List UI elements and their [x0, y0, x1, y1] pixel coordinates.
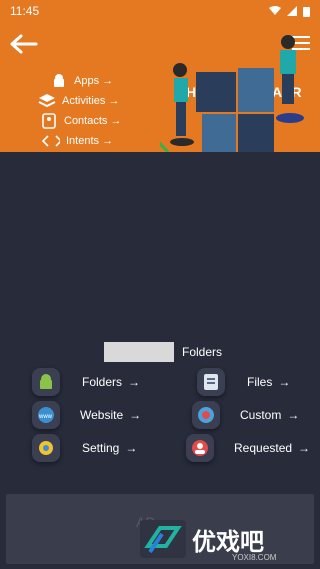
arrow-right-icon: → [128, 375, 141, 389]
status-icons [269, 6, 310, 17]
arrow-right-icon: → [298, 441, 311, 455]
user-group-icon [186, 434, 214, 462]
status-time: 11:45 [10, 4, 40, 18]
grid-item-website[interactable]: www Website → [32, 401, 141, 429]
header-banner: Apps → Activities → Contacts → Intents →… [0, 22, 320, 152]
layers-icon [38, 92, 56, 110]
grid-item-folders[interactable]: Folders → [32, 368, 140, 396]
shortcut-contacts[interactable]: Contacts → [40, 112, 121, 130]
section-title: Folders [182, 345, 223, 359]
puzzle-illustration [160, 35, 304, 152]
section-header: Folders [104, 342, 222, 362]
grid-item-label: Setting [82, 441, 120, 455]
shortcut-activities[interactable]: Activities → [38, 92, 119, 110]
grid-item-label: Files [247, 375, 273, 389]
arrow-right-icon: → [278, 375, 291, 389]
globe-icon: www [32, 401, 60, 429]
grid-item-files[interactable]: Files → [197, 368, 290, 396]
contact-icon [40, 112, 58, 130]
shortcut-label: Apps → [74, 75, 114, 87]
signal-icon [287, 6, 297, 16]
document-icon [197, 368, 225, 396]
svg-text:www: www [38, 414, 53, 420]
back-arrow-icon [10, 34, 38, 54]
code-icon [42, 132, 60, 150]
back-button[interactable] [10, 34, 42, 56]
watermark-text: 优戏吧 [192, 528, 264, 556]
placeholder-box [104, 342, 174, 362]
status-bar: 11:45 [0, 0, 320, 22]
shortcut-apps[interactable]: Apps → [50, 72, 113, 90]
android-icon [32, 368, 60, 396]
watermark-logo-icon [140, 520, 186, 558]
grid-item-requested[interactable]: Requested → [186, 434, 310, 462]
target-icon [192, 401, 220, 429]
shortcut-label: Contacts → [64, 115, 122, 127]
shortcut-label: Activities → [62, 95, 120, 107]
shortcut-intents[interactable]: Intents → [42, 132, 113, 150]
grid-item-label: Custom [240, 408, 282, 422]
arrow-right-icon: → [287, 408, 300, 422]
shortcut-label: Intents → [66, 135, 114, 147]
grid-item-label: Website [80, 408, 124, 422]
android-icon [50, 72, 68, 90]
grid-item-label: Folders [82, 375, 123, 389]
battery-icon [303, 6, 310, 17]
grid-item-setting[interactable]: Setting → [32, 434, 137, 462]
wifi-icon [269, 6, 281, 15]
arrow-right-icon: → [129, 408, 142, 422]
arrow-right-icon: → [125, 441, 138, 455]
grid-item-label: Requested [234, 441, 293, 455]
grid-item-custom[interactable]: Custom → [192, 401, 299, 429]
watermark-subtext: YOXI8.COM [232, 553, 277, 562]
gear-icon [32, 434, 60, 462]
